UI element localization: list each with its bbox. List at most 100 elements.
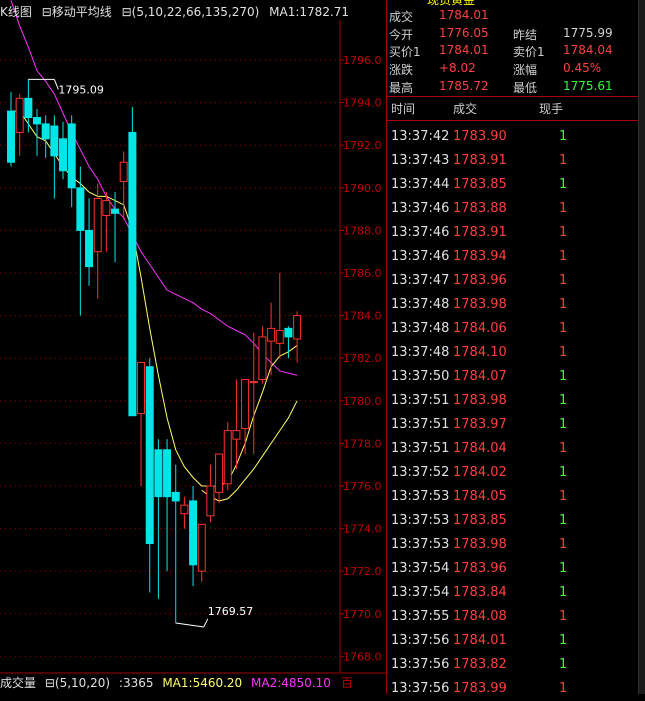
kline-label[interactable]: K线图 [0, 5, 32, 19]
divider [387, 120, 639, 121]
candle-body [33, 117, 42, 125]
tick-row[interactable]: 13:37:43 1783.91 1 [387, 149, 639, 173]
quote-label: 最高 [389, 81, 414, 95]
tick-row[interactable]: 13:37:47 1783.96 1 [387, 269, 639, 293]
candle-body [50, 125, 59, 157]
tick-price: 1783.94 [453, 249, 507, 264]
tick-price: 1783.88 [453, 201, 507, 216]
tick-price: 1784.07 [453, 369, 507, 384]
y-tick-label: 1786.0 [343, 267, 382, 280]
candle-body [76, 187, 85, 231]
tick-price: 1783.85 [453, 177, 507, 192]
candle-body [67, 123, 76, 189]
quote-label: 买价1 [389, 45, 421, 59]
candle-body [267, 327, 276, 342]
volume-params[interactable]: ⊟(5,10,20) [45, 676, 110, 690]
tick-price: 1783.98 [453, 297, 507, 312]
tick-price: 1784.01 [453, 633, 507, 648]
ticks-header-price: 成交 [453, 102, 478, 116]
y-tick-label: 1770.0 [343, 608, 382, 621]
annotation-line [175, 622, 204, 628]
quote-label: 最低 [513, 81, 538, 95]
quote-row: 最高 1785.72 最低 1775.61 [387, 79, 639, 95]
volume-hundred-button[interactable]: 百 [341, 674, 353, 691]
ma-toggle[interactable]: ⊟移动平均线 [42, 5, 112, 19]
quote-value: 1775.99 [563, 26, 613, 40]
tick-row[interactable]: 13:37:53 1783.85 1 [387, 509, 639, 533]
tick-time: 13:37:56 [391, 657, 450, 672]
kline-chart[interactable]: 1796.0 1794.0 1792.0 1790.0 1788.0 1786.0 1784… [0, 0, 386, 694]
tick-row[interactable]: 13:37:54 1783.84 1 [387, 581, 639, 605]
tick-row[interactable]: 13:37:56 1784.01 1 [387, 629, 639, 653]
candle-body [119, 161, 128, 182]
tick-row[interactable]: 13:37:46 1783.88 1 [387, 197, 639, 221]
candle-body [206, 485, 215, 517]
tick-row[interactable]: 13:37:50 1784.07 1 [387, 365, 639, 389]
tick-row[interactable]: 13:37:53 1784.05 1 [387, 485, 639, 509]
tick-volume: 1 [559, 129, 568, 144]
candle-body [7, 110, 15, 163]
tick-row[interactable]: 13:37:51 1783.97 1 [387, 413, 639, 437]
tick-price: 1783.91 [453, 225, 507, 240]
tick-row[interactable]: 13:37:48 1784.06 1 [387, 317, 639, 341]
quote-title: 现货黄金 [387, 0, 639, 7]
tick-row[interactable]: 13:37:46 1783.94 1 [387, 245, 639, 269]
tick-price: 1783.96 [453, 561, 507, 576]
tick-volume: 1 [559, 417, 568, 432]
tick-row[interactable]: 13:37:56 1783.99 1 [387, 677, 639, 701]
tick-volume: 1 [559, 441, 568, 456]
tick-price: 1784.05 [453, 489, 507, 504]
tick-row[interactable]: 13:37:42 1783.90 1 [387, 125, 639, 149]
candle-body [24, 97, 33, 119]
tick-price: 1783.90 [453, 129, 507, 144]
tick-time: 13:37:53 [391, 489, 450, 504]
tick-row[interactable]: 13:37:53 1783.98 1 [387, 533, 639, 557]
quote-row: 成交 1784.01 [387, 8, 639, 24]
tick-price: 1783.91 [453, 153, 507, 168]
tick-volume: 1 [559, 345, 568, 360]
tick-price: 1783.97 [453, 417, 507, 432]
y-tick-label: 1780.0 [343, 395, 382, 408]
volume-header: 成交量 ⊟(5,10,20) :3365 MA1:5460.20 MA2:485… [0, 674, 386, 694]
ma1-value: MA1:1782.71 [269, 5, 350, 19]
candle-body [215, 453, 224, 493]
tick-price: 1783.98 [453, 537, 507, 552]
candle-body [180, 504, 189, 515]
tick-row[interactable]: 13:37:56 1783.82 1 [387, 653, 639, 677]
tick-volume: 1 [559, 273, 568, 288]
tick-row[interactable]: 13:37:51 1783.98 1 [387, 389, 639, 413]
annotation-label: 1795.09 [58, 83, 103, 96]
candle-body [197, 523, 206, 572]
candle-body [85, 229, 94, 268]
tick-time: 13:37:51 [391, 417, 450, 432]
tick-time: 13:37:48 [391, 345, 450, 360]
quote-panel: 现货黄金 成交 1784.01 今开 1776.05 昨结 1775.99 买价1 1784.… [386, 0, 639, 696]
volume-value: :3365 [118, 676, 154, 690]
tick-time: 13:37:53 [391, 513, 450, 528]
quote-value: 1784.04 [563, 43, 613, 57]
tick-time: 13:37:48 [391, 321, 450, 336]
tick-price: 1783.84 [453, 585, 507, 600]
volume-label[interactable]: 成交量 [0, 676, 36, 690]
ticks-header: 时间 成交 现手 [387, 96, 639, 120]
tick-price: 1784.08 [453, 609, 507, 624]
tick-row[interactable]: 13:37:51 1784.04 1 [387, 437, 639, 461]
quote-row: 涨跌 +8.02 涨幅 0.45% [387, 61, 639, 77]
tick-time: 13:37:47 [391, 273, 450, 288]
tick-row[interactable]: 13:37:44 1783.85 1 [387, 173, 639, 197]
tick-row[interactable]: 13:37:48 1783.98 1 [387, 293, 639, 317]
tick-volume: 1 [559, 201, 568, 216]
ma-params[interactable]: ⊟(5,10,22,66,135,270) [122, 5, 260, 19]
tick-volume: 1 [559, 489, 568, 504]
tick-row[interactable]: 13:37:55 1784.08 1 [387, 605, 639, 629]
quote-label: 涨跌 [389, 63, 414, 77]
tick-row[interactable]: 13:37:54 1783.96 1 [387, 557, 639, 581]
tick-row[interactable]: 13:37:46 1783.91 1 [387, 221, 639, 245]
y-tick-label: 1790.0 [343, 182, 382, 195]
tick-row[interactable]: 13:37:48 1784.10 1 [387, 341, 639, 365]
tick-volume: 1 [559, 297, 568, 312]
scrollbar[interactable] [638, 0, 645, 694]
candle-body [189, 500, 198, 566]
candle-body [93, 197, 102, 253]
tick-row[interactable]: 13:37:52 1784.02 1 [387, 461, 639, 485]
